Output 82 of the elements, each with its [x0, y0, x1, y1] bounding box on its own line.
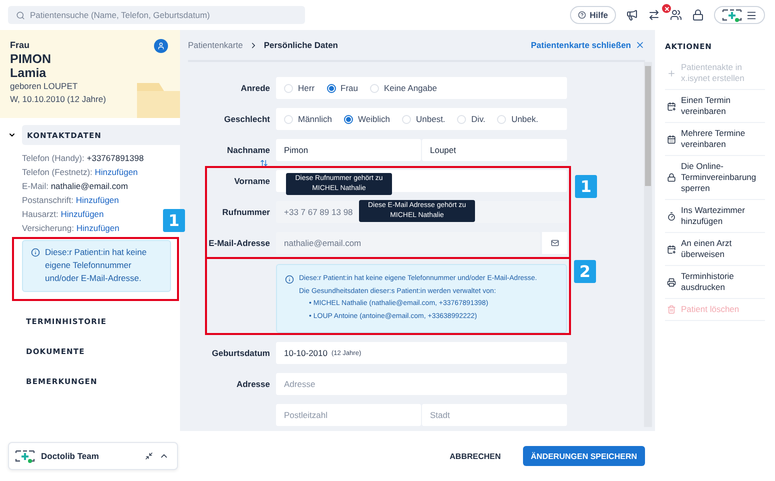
calendar-icon: [667, 102, 676, 110]
trash-icon: [667, 305, 676, 314]
field-label: Adresse: [235, 378, 270, 391]
text-field[interactable]: Postleitzahl: [276, 404, 421, 426]
step-number: 1: [575, 175, 597, 198]
radio-option[interactable]: Weiblich: [344, 114, 390, 124]
search-icon: [16, 10, 25, 20]
close-icon: [635, 40, 645, 50]
contact-line: Versicherung: Hinzufügen: [22, 222, 120, 235]
user-icon[interactable]: [154, 39, 168, 53]
team-name: Doctolib Team: [41, 451, 100, 461]
text-field[interactable]: Pimon: [276, 139, 421, 161]
logo-icon: [15, 449, 35, 463]
help-icon: [578, 11, 586, 19]
field-label: Nachname: [190, 139, 270, 161]
radio-option[interactable]: Herr: [284, 83, 315, 93]
caret-icon: [8, 131, 16, 139]
notification-badge: [662, 4, 671, 13]
breadcrumb-current: Persönliche Daten: [264, 40, 338, 50]
contact-line: Telefon (Festnetz): Hinzufügen: [22, 166, 138, 179]
text-field[interactable]: Adresse: [276, 373, 567, 395]
printer-icon: [667, 278, 676, 286]
account-menu-button[interactable]: [714, 6, 765, 24]
stopwatch-icon: [667, 212, 676, 220]
radio-option[interactable]: Keine Angabe: [370, 83, 437, 93]
people-icon[interactable]: [670, 9, 682, 21]
radio-dot[interactable]: [344, 114, 354, 124]
action-item[interactable]: Terminhistorie ausdrucken: [665, 266, 765, 299]
text-field[interactable]: Loupet: [422, 139, 567, 161]
logo-icon: [722, 8, 742, 22]
plus-icon: [667, 68, 676, 78]
birth-name: geboren LOUPET: [10, 80, 78, 93]
field-label: Geburtsdatum: [210, 347, 270, 360]
field-label: Vorname: [233, 175, 270, 188]
help-button[interactable]: Hilfe: [570, 6, 616, 24]
step-number: 1: [163, 209, 185, 232]
cancel-button[interactable]: ABBRECHEN: [444, 450, 507, 462]
swap-icon[interactable]: [260, 159, 268, 167]
salutation: Frau: [10, 40, 30, 50]
lock-icon[interactable]: [692, 9, 704, 21]
action-item[interactable]: Mehrere Termine vereinbaren: [665, 123, 765, 156]
scrollbar[interactable]: [644, 62, 652, 427]
field-label: E-Mail-Adresse: [208, 237, 270, 250]
field-label: Rufnummer: [221, 206, 270, 219]
folder-icon: [137, 83, 180, 118]
action-item[interactable]: Ins Wartezimmer hinzufügen: [665, 200, 765, 233]
close-card-link[interactable]: Patientenkarte schließen: [530, 40, 645, 50]
action-item[interactable]: Einen Termin vereinbaren: [665, 90, 765, 123]
menu-icon: [746, 10, 757, 20]
field-label: Anrede: [240, 82, 270, 95]
radio-option[interactable]: Männlich: [284, 114, 332, 124]
radio-dot[interactable]: [326, 84, 336, 92]
field-label: Geschlecht: [223, 113, 270, 126]
calendar-icon: [667, 244, 676, 254]
action-item[interactable]: An einen Arzt überweisen: [665, 233, 765, 266]
breadcrumb-link[interactable]: Patientenkarte: [188, 40, 243, 50]
contact-line: E-Mail: nathalie@email.com: [22, 180, 128, 193]
first-name: Lamia: [10, 66, 46, 80]
team-panel[interactable]: Doctolib Team: [8, 442, 178, 470]
collapse-icon[interactable]: [145, 452, 153, 460]
calendar-icon: [667, 134, 676, 144]
contact-line: Postanschrift: Hinzufügen: [22, 194, 119, 207]
last-name: PIMON: [10, 52, 51, 66]
action-item[interactable]: Die Online-Terminvereinbarung sperren: [665, 156, 765, 200]
birth-date: W, 10.10.2010 (12 Jahre): [10, 93, 106, 106]
radio-option[interactable]: Div.: [457, 114, 486, 124]
text-field[interactable]: Stadt: [422, 404, 567, 426]
step-number: 2: [574, 260, 596, 283]
info-icon: [285, 275, 294, 284]
mail-button[interactable]: [542, 232, 567, 254]
swap-arrows-icon[interactable]: [648, 9, 660, 21]
megaphone-icon[interactable]: [626, 9, 638, 21]
mail-icon: [550, 239, 558, 247]
info-icon: [31, 248, 40, 257]
notice-text: Diese:r Patient:in hat keine eigene Telefonnummer und/oder E-Mail-Adresse.: [45, 246, 148, 285]
lock-icon: [667, 173, 676, 182]
contact-line: Hausarzt: Hinzufügen: [22, 208, 104, 221]
radio-option[interactable]: Frau: [326, 83, 358, 93]
radio-option[interactable]: Unbek.: [497, 114, 538, 124]
contact-line: Telefon (Handy): +33767891398: [22, 152, 144, 165]
save-button[interactable]: ÄNDERUNGEN SPEICHERN: [522, 446, 645, 466]
radio-option[interactable]: Unbest.: [402, 114, 446, 124]
